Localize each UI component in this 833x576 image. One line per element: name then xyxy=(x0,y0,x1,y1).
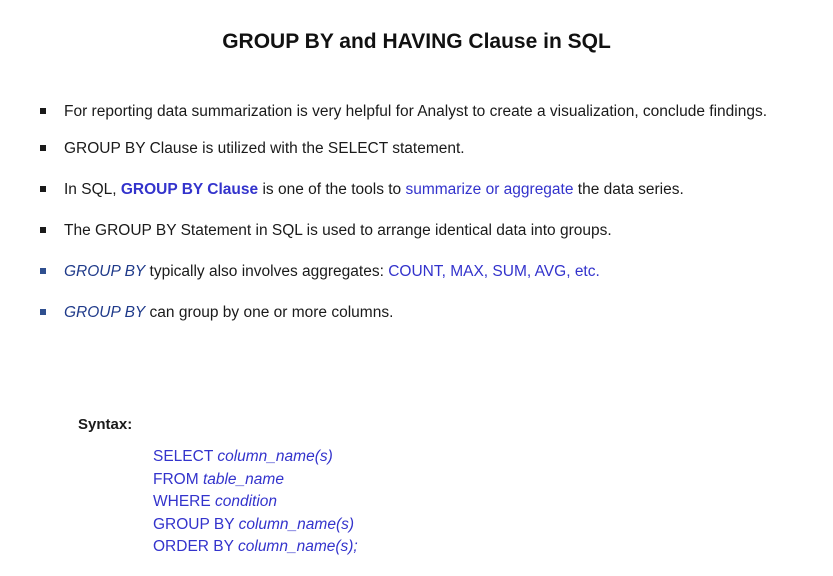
square-bullet-icon xyxy=(40,227,46,233)
bullet-item-identical-data: The GROUP BY Statement in SQL is used to… xyxy=(40,215,820,246)
bullet-item-columns: GROUP BY can group by one or more column… xyxy=(40,297,820,328)
keyword-group-by: GROUP BY xyxy=(64,304,146,321)
keyword-group-by-clause: GROUP BY Clause xyxy=(120,181,259,198)
code-argument: column_name(s) xyxy=(217,448,333,465)
square-bullet-icon xyxy=(40,268,46,274)
bullet-item-select: GROUP BY Clause is utilized with the SEL… xyxy=(40,133,820,164)
code-keyword: GROUP BY xyxy=(153,515,239,533)
code-line-order-by: ORDER BY column_name(s); xyxy=(153,536,358,559)
code-line-from: FROM table_name xyxy=(153,469,358,492)
syntax-label-text: Syntax xyxy=(78,416,128,433)
square-bullet-icon xyxy=(40,108,46,114)
square-bullet-icon xyxy=(40,145,46,151)
code-argument: column_name(s) xyxy=(238,515,355,533)
bullet-item-aggregates: GROUP BY typically also involves aggrega… xyxy=(40,256,820,287)
syntax-code-block: SELECT column_name(s) FROM table_name WH… xyxy=(153,446,358,559)
square-bullet-icon xyxy=(40,309,46,315)
code-line-where: WHERE condition xyxy=(153,491,358,514)
code-argument: column_name(s); xyxy=(238,538,358,555)
square-bullet-icon xyxy=(40,186,46,192)
code-line-select: SELECT column_name(s) xyxy=(153,446,358,469)
bullet-item-summarization: For reporting data summarization is very… xyxy=(40,96,820,127)
code-argument: condition xyxy=(215,493,278,510)
page-title: GROUP BY and HAVING Clause in SQL xyxy=(222,30,611,53)
bullet-text: GROUP BY Clause is utilized with the SEL… xyxy=(64,140,465,157)
code-keyword: WHERE xyxy=(153,493,215,510)
bullet-text: The GROUP BY Statement in SQL is used to… xyxy=(64,222,612,239)
syntax-label-colon: : xyxy=(127,416,133,433)
keyword-group-by: GROUP BY xyxy=(64,263,146,280)
bullet-text-mid: is one of the tools to xyxy=(258,181,406,198)
bullet-text-post: the data series. xyxy=(573,181,684,198)
bullet-text-post: can group by one or more columns. xyxy=(145,304,394,321)
highlight-aggregates: COUNT, MAX, SUM, AVG, etc. xyxy=(388,263,600,280)
code-line-group-by: GROUP BY column_name(s) xyxy=(153,514,358,537)
bullet-text: For reporting data summarization is very… xyxy=(64,103,768,120)
code-keyword: ORDER BY xyxy=(153,538,238,555)
highlight-summarize: summarize or aggregate xyxy=(405,181,574,198)
syntax-label: Syntax: xyxy=(78,416,132,433)
code-keyword: FROM xyxy=(153,470,203,488)
bullet-item-group-by-clause: In SQL, GROUP BY Clause is one of the to… xyxy=(40,174,820,205)
bullet-text-pre: In SQL, xyxy=(64,181,121,198)
code-keyword: SELECT xyxy=(153,448,218,465)
bullet-list: For reporting data summarization is very… xyxy=(40,96,820,338)
code-argument: table_name xyxy=(202,470,284,488)
slide-page: GROUP BY and HAVING Clause in SQL For re… xyxy=(0,0,833,576)
bullet-text-mid: typically also involves aggregates: xyxy=(145,263,389,280)
